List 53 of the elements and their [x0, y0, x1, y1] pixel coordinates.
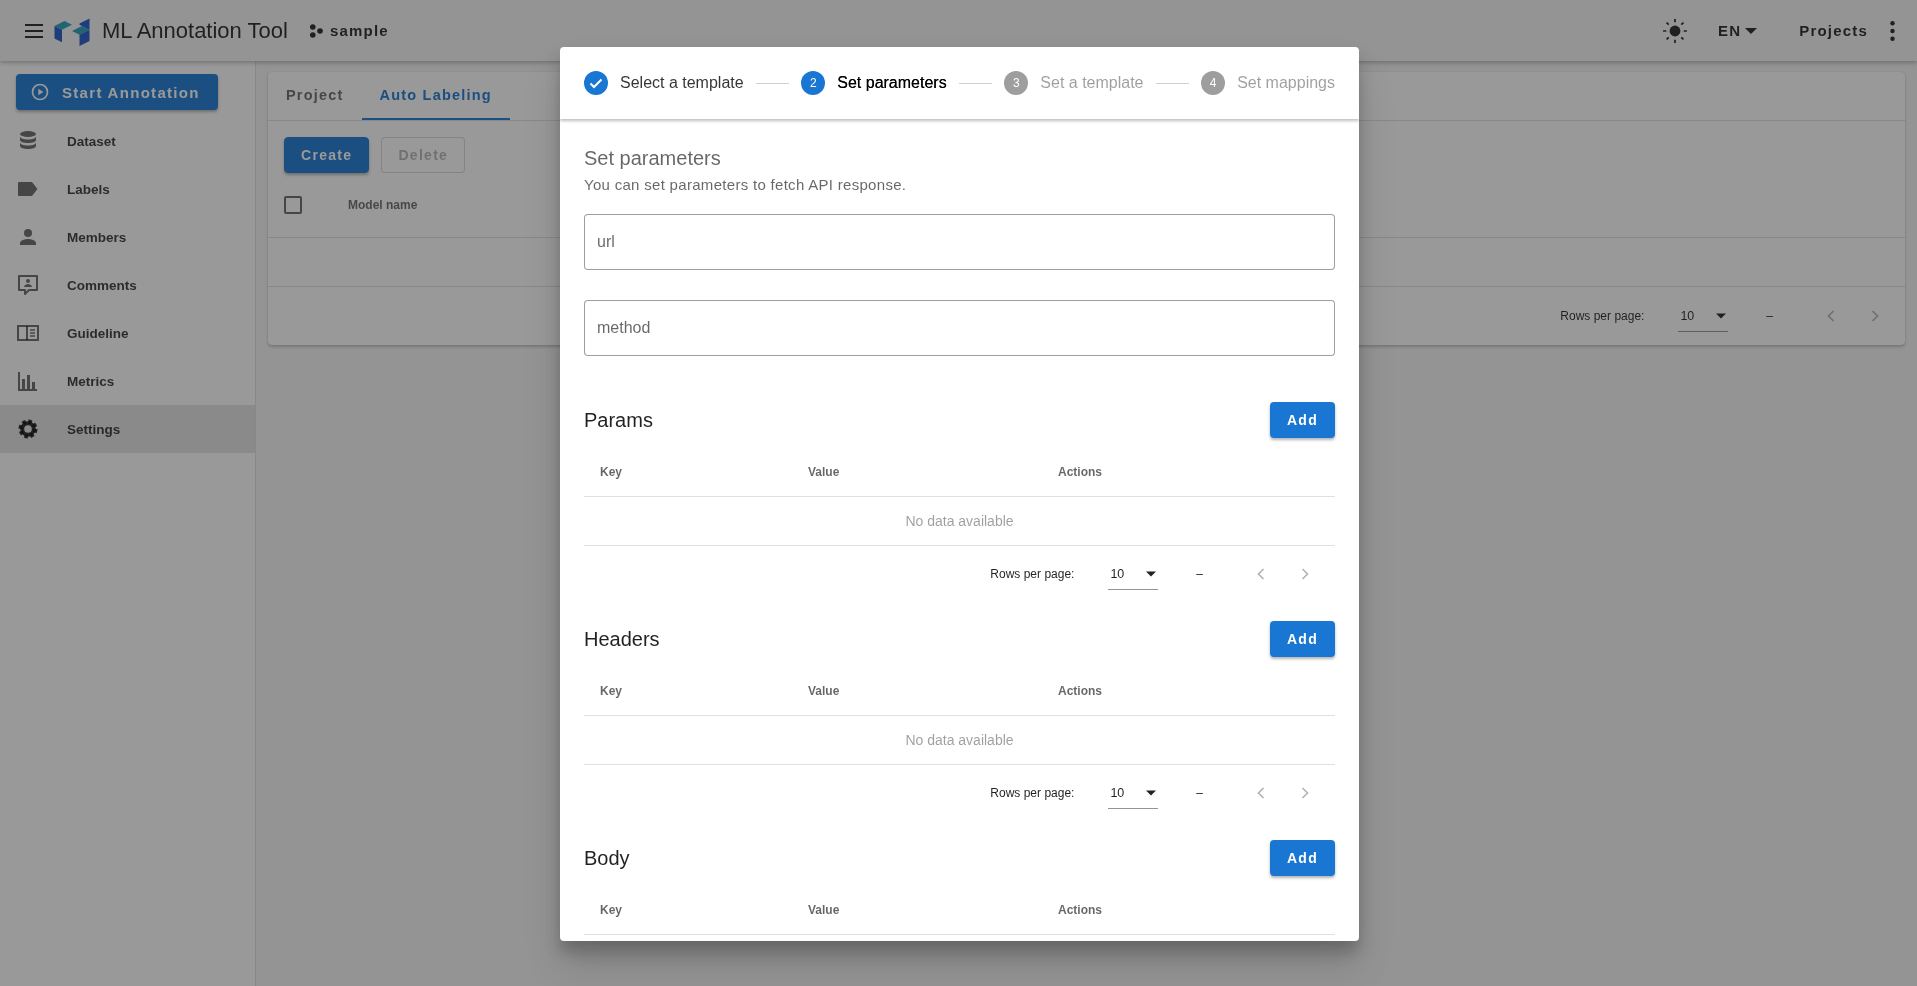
- section-heading: Set parameters: [584, 147, 722, 170]
- sidebar-item[interactable]: Comments: [0, 261, 255, 309]
- step-label[interactable]: Set a template: [1040, 74, 1144, 92]
- add-button[interactable]: Add: [1269, 840, 1335, 876]
- project-link[interactable]: sample: [301, 16, 395, 45]
- sidebar-item[interactable]: Members: [0, 213, 255, 261]
- column-header: Key: [600, 465, 623, 479]
- app-title: ML Annotation Tool: [102, 17, 288, 44]
- sidebar-item[interactable]: Metrics: [0, 357, 255, 405]
- sidebar-item[interactable]: Labels: [0, 165, 255, 213]
- column-header: Actions: [1058, 465, 1103, 479]
- column-header: Key: [600, 684, 623, 698]
- rows-per-page-label: Rows per page:: [990, 567, 1075, 581]
- column-header: Value: [808, 465, 841, 479]
- step-label[interactable]: Set mappings: [1237, 74, 1335, 92]
- column-header: Value: [808, 684, 841, 698]
- tab[interactable]: Auto Labeling: [361, 72, 510, 120]
- step-number: 2: [801, 71, 826, 95]
- table-title: Headers: [584, 627, 660, 651]
- rows-per-page-select[interactable]: 10: [1678, 300, 1729, 332]
- column-header: Value: [808, 903, 841, 917]
- empty-message: No data available: [584, 716, 1335, 765]
- projects-link[interactable]: Projects: [1783, 14, 1884, 47]
- step-number: 3: [1004, 71, 1029, 95]
- page-range: –: [1766, 309, 1773, 323]
- section-description: You can set parameters to fetch API response.: [584, 176, 908, 193]
- sidebar-item[interactable]: Guideline: [0, 309, 255, 357]
- add-button[interactable]: Add: [1269, 621, 1335, 657]
- column-header: Actions: [1058, 903, 1103, 917]
- rows-per-page-label: Rows per page:: [1560, 309, 1645, 323]
- column-header: Model name: [348, 198, 418, 212]
- page-range: –: [1196, 567, 1203, 581]
- rows-per-page-select[interactable]: 10: [1108, 558, 1159, 590]
- text-field[interactable]: url: [584, 214, 1335, 270]
- column-header: Key: [600, 903, 623, 917]
- start-annotation-button[interactable]: Start Annotation: [16, 74, 218, 110]
- sidebar-item[interactable]: Settings: [0, 405, 255, 453]
- empty-message: No data available: [584, 497, 1335, 546]
- table-title: Body: [584, 846, 630, 870]
- add-button[interactable]: Add: [1269, 402, 1335, 438]
- column-header: Actions: [1058, 684, 1103, 698]
- language-select[interactable]: EN: [1711, 16, 1764, 45]
- tab[interactable]: Project: [268, 72, 362, 120]
- step-label[interactable]: Select a template: [620, 74, 744, 92]
- step-label[interactable]: Set parameters: [837, 74, 947, 92]
- table-title: Params: [584, 408, 653, 432]
- sidebar-item[interactable]: Dataset: [0, 117, 255, 165]
- step-number: 4: [1201, 71, 1226, 95]
- page-range: –: [1196, 786, 1203, 800]
- create-button[interactable]: Create: [284, 137, 370, 173]
- rows-per-page-select[interactable]: 10: [1108, 777, 1159, 809]
- text-field[interactable]: method: [584, 300, 1335, 356]
- rows-per-page-label: Rows per page:: [990, 786, 1075, 800]
